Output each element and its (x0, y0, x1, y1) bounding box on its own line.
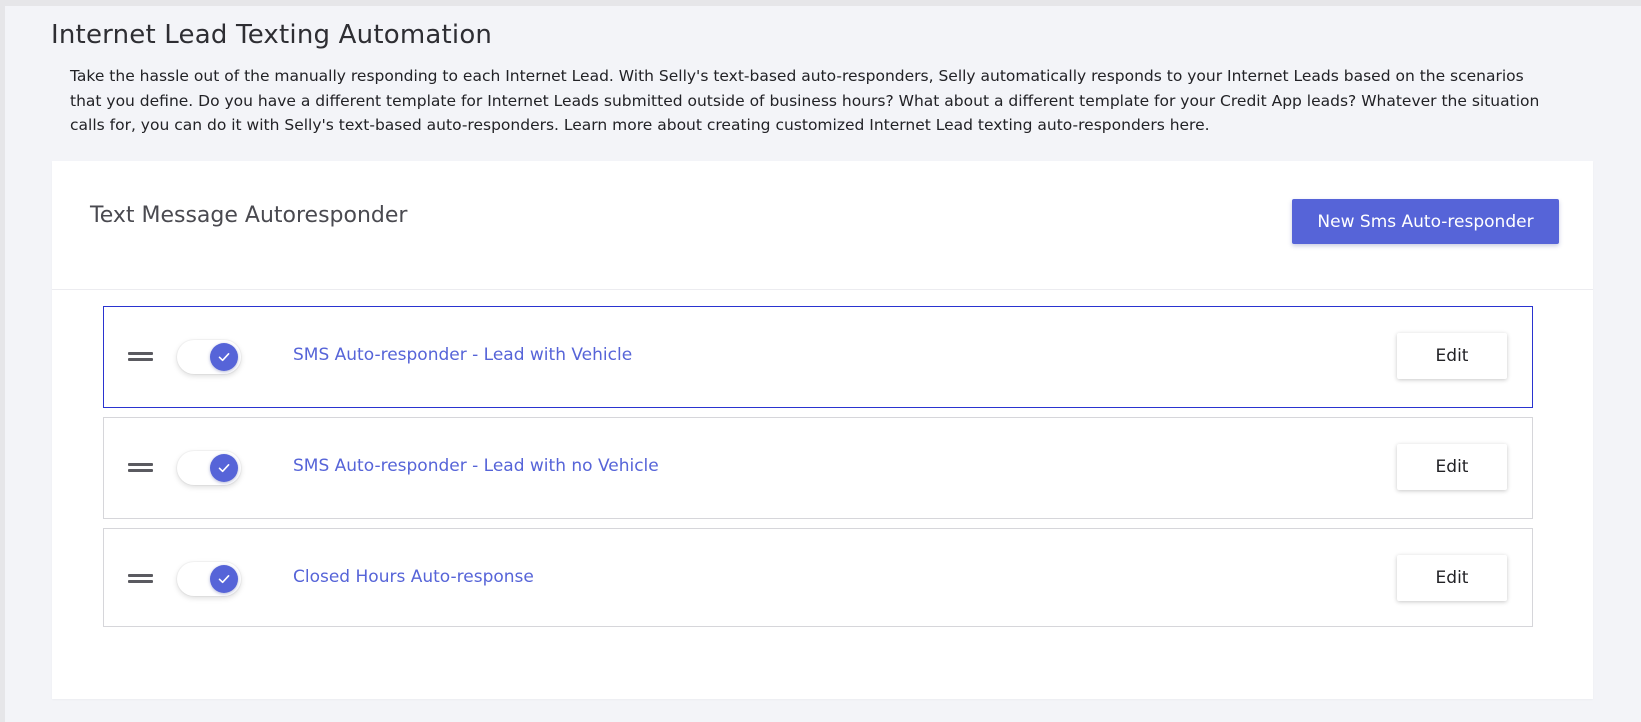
autoresponder-row[interactable]: Closed Hours Auto-response Edit (103, 528, 1533, 627)
autoresponder-row[interactable]: SMS Auto-responder - Lead with Vehicle E… (103, 306, 1533, 408)
autoresponder-name-link[interactable]: Closed Hours Auto-response (293, 567, 534, 587)
edit-button[interactable]: Edit (1397, 333, 1507, 379)
edit-button[interactable]: Edit (1397, 444, 1507, 490)
toggle-knob (210, 454, 238, 482)
autoresponder-name-link[interactable]: SMS Auto-responder - Lead with no Vehicl… (293, 456, 659, 476)
page-container: Internet Lead Texting Automation Take th… (5, 6, 1641, 722)
check-icon (218, 575, 230, 584)
page-title: Internet Lead Texting Automation (51, 20, 493, 50)
new-sms-autoresponder-button[interactable]: New Sms Auto-responder (1292, 199, 1559, 244)
drag-handle-icon[interactable] (128, 352, 153, 362)
check-icon (218, 464, 230, 473)
autoresponder-card: Text Message Autoresponder New Sms Auto-… (52, 161, 1593, 699)
enable-toggle[interactable] (177, 340, 241, 374)
card-header: Text Message Autoresponder New Sms Auto-… (52, 161, 1593, 290)
toggle-knob (210, 343, 238, 371)
autoresponder-name-link[interactable]: SMS Auto-responder - Lead with Vehicle (293, 345, 632, 365)
card-title: Text Message Autoresponder (90, 203, 408, 228)
edit-button[interactable]: Edit (1397, 555, 1507, 601)
page-description: Take the hassle out of the manually resp… (70, 67, 1540, 134)
enable-toggle[interactable] (177, 562, 241, 596)
check-icon (218, 353, 230, 362)
toggle-knob (210, 565, 238, 593)
autoresponder-row[interactable]: SMS Auto-responder - Lead with no Vehicl… (103, 417, 1533, 519)
enable-toggle[interactable] (177, 451, 241, 485)
drag-handle-icon[interactable] (128, 463, 153, 473)
drag-handle-icon[interactable] (128, 574, 153, 584)
